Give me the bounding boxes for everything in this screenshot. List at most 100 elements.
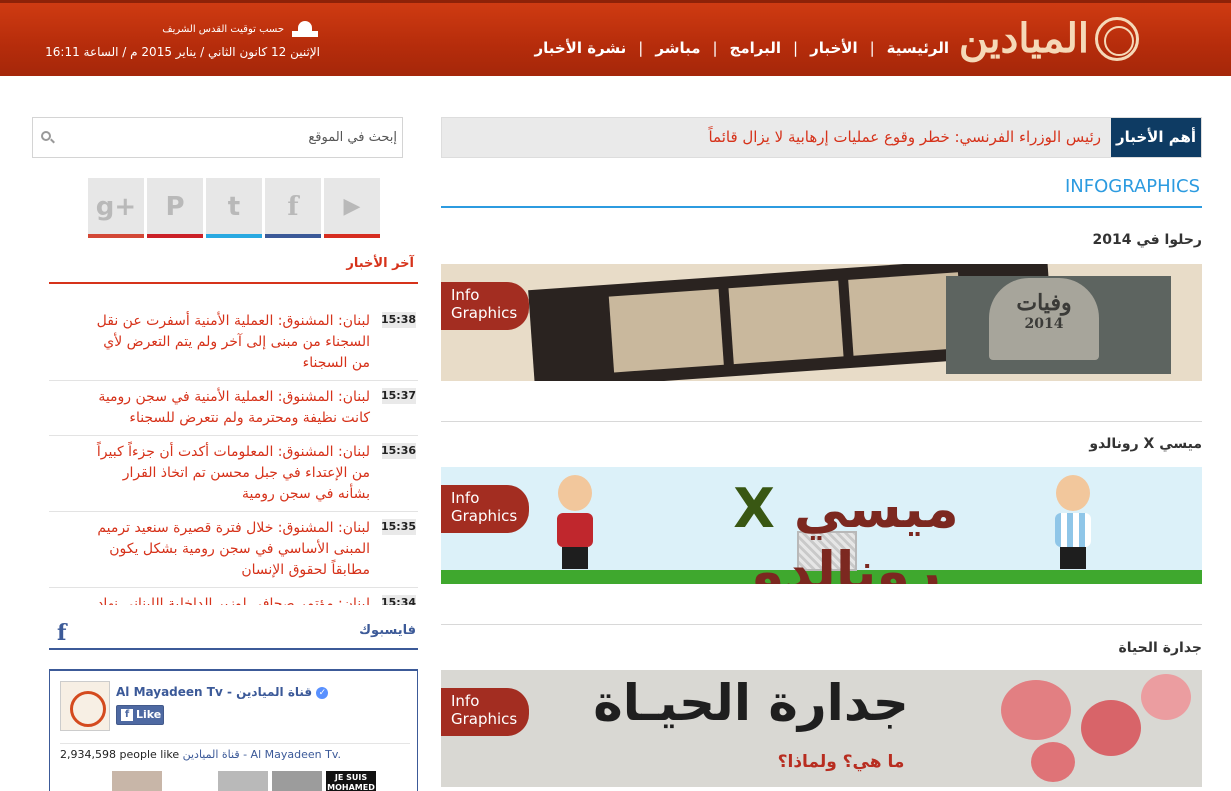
news-headline[interactable]: لبنان: مؤتمر صحافي لوزير الداخلية اللبنا… [49,594,382,605]
fb-page-name[interactable]: Al Mayadeen Tv - قناة الميادين ✓ [116,685,332,699]
news-time: 15:37 [380,388,416,404]
infographics-badge: Info Graphics [441,485,529,533]
nav-separator: | [712,39,718,57]
fb-page-name-text[interactable]: Al Mayadeen Tv - قناة الميادين [116,685,312,699]
news-item[interactable]: 15:38 لبنان: المشنوق: العملية الأمنية أس… [49,305,418,381]
timezone-note: حسب توقيت القدس الشريف [30,21,320,37]
infographic-banner-wrap: ميسي X رونالدو Info Graphics [441,467,1202,584]
badge-line: Info [451,692,480,710]
breaking-label: أهم الأخبار [1111,118,1201,157]
news-time: 15:38 [380,312,416,328]
latest-news-list[interactable]: 15:38 لبنان: المشنوق: العملية الأمنية أس… [49,305,418,605]
breaking-news-bar: أهم الأخبار رئيس الوزراء الفرنسي: خطر وق… [441,117,1202,158]
fan-avatar[interactable] [112,771,162,791]
logo-emblem-icon [1095,17,1139,61]
facebook-icon[interactable]: f [265,178,321,238]
fb-page-link[interactable]: قناة الميادين - Al Mayadeen Tv. [183,748,341,761]
banner-word: X [733,477,775,540]
badge-line: Graphics [451,304,518,322]
news-headline[interactable]: لبنان: المشنوق: العملية الأمنية في سجن ر… [49,387,382,429]
infographic-title[interactable]: جدارة الحياة [441,640,1202,656]
nav-home[interactable]: الرئيسية [881,39,955,57]
site-search [32,117,403,158]
infographic-banner-wrap: وفيات 2014 Info Graphics [441,264,1202,381]
fan-avatar[interactable]: JE SUIS MOHAMED [326,771,376,791]
youtube-icon[interactable]: ▶ [324,178,380,238]
news-item[interactable]: 15:37 لبنان: المشنوق: العملية الأمنية في… [49,381,418,436]
badge-line: Graphics [451,507,518,525]
site-logo[interactable]: الميادين [959,17,1139,61]
latest-news-title[interactable]: آخر الأخبار [346,256,414,271]
nav-separator: | [793,39,799,57]
infographic-title[interactable]: رحلوا في 2014 [441,232,1203,248]
mosque-dome-icon [290,21,320,37]
fan-avatar[interactable] [218,771,268,791]
divider [60,743,410,744]
flower-graphic [1141,674,1191,720]
breaking-headline[interactable]: رئيس الوزراء الفرنسي: خطر وقوع عمليات إر… [708,118,1111,157]
logo-text: الميادين [958,15,1089,62]
news-time: 15:34 [381,595,416,605]
google-plus-icon[interactable]: g+ [88,178,144,238]
flower-graphic [1001,680,1071,740]
infographic-banner-life[interactable]: جدارة الحيـاة ما هي؟ ولماذا؟ Info Graphi… [441,670,1202,787]
banner-title: ميسي X رونالدو [631,477,1061,584]
badge-line: Info [451,286,480,304]
news-item[interactable]: 15:34 لبنان: مؤتمر صحافي لوزير الداخلية … [49,588,418,605]
banner-subtext: ما هي؟ ولماذا؟ [777,752,905,772]
facebook-icon: f [121,709,133,721]
current-datetime: الإثنين 12 كانون الثاني / يناير 2015 م /… [45,45,320,59]
search-input[interactable] [57,118,397,157]
nav-live[interactable]: مباشر [649,39,706,57]
infographic-item: ميسي X رونالدو [441,436,1202,452]
banner-text: وفيات [1016,290,1072,316]
infographic-banner-2014[interactable]: وفيات 2014 Info Graphics [441,264,1202,381]
news-item[interactable]: 15:36 لبنان: المشنوق: المعلومات أكدت أن … [49,436,418,512]
fb-like-button[interactable]: f Like [116,705,164,725]
news-time: 15:35 [380,519,416,535]
infographics-badge: Info Graphics [441,282,529,330]
news-headline[interactable]: لبنان: المشنوق: المعلومات أكدت أن جزءاً … [49,442,382,505]
infographics-title-text[interactable]: INFOGRAPHICS [1065,176,1200,197]
infographics-badge: Info Graphics [441,688,529,736]
badge-line: Graphics [451,710,518,728]
divider [441,421,1202,422]
divider [441,624,1202,625]
nav-bulletin[interactable]: نشرة الأخبار [528,39,632,57]
main-nav: الرئيسية | الأخبار | البرامج | مباشر | ن… [528,39,955,57]
infographics-section-title: INFOGRAPHICS [441,172,1202,208]
page-avatar[interactable] [60,681,110,731]
flower-graphic [1031,742,1075,782]
nav-news[interactable]: الأخبار [804,39,864,57]
banner-word: ميسي [793,477,959,540]
badge-line: Info [451,489,480,507]
nav-programs[interactable]: البرامج [724,39,787,57]
facebook-section-title: فايسبوك [359,623,416,638]
site-header: الميادين الرئيسية | الأخبار | البرامج | … [0,0,1231,76]
pinterest-icon[interactable]: P [147,178,203,238]
fb-like-count: 2,934,598 people like قناة الميادين - Al… [60,748,341,761]
infographic-banner-wrap: جدارة الحيـاة ما هي؟ ولماذا؟ Info Graphi… [441,670,1202,787]
news-headline[interactable]: لبنان: المشنوق: خلال فترة قصيرة سنعيد تر… [49,518,382,581]
fan-avatar[interactable] [272,771,322,791]
timezone-text: حسب توقيت القدس الشريف [162,23,284,35]
infographic-item: جدارة الحياة [441,640,1202,656]
date-time-area: حسب توقيت القدس الشريف الإثنين 12 كانون … [30,21,320,59]
latest-news-header: آخر الأخبار [49,250,418,284]
news-time: 15:36 [380,443,416,459]
infographic-title[interactable]: ميسي X رونالدو [441,436,1202,452]
banner-subtext: 2014 [1024,316,1064,332]
verified-badge-icon: ✓ [316,686,329,699]
tombstone-graphic: وفيات 2014 [989,278,1099,360]
fb-count-text: 2,934,598 people like [60,748,180,761]
news-headline[interactable]: لبنان: المشنوق: العملية الأمنية أسفرت عن… [49,311,382,374]
facebook-section-header: فايسبوك f [49,618,418,650]
infographic-item: رحلوا في 2014 [441,232,1203,248]
news-item[interactable]: 15:35 لبنان: المشنوق: خلال فترة قصيرة سن… [49,512,418,588]
facebook-icon[interactable]: f [57,620,66,646]
search-icon[interactable] [41,131,51,141]
flower-graphic [1081,700,1141,756]
twitter-icon[interactable]: t [206,178,262,238]
infographic-banner-messi-ronaldo[interactable]: ميسي X رونالدو Info Graphics [441,467,1202,584]
banner-word: رونالدو [750,540,942,584]
